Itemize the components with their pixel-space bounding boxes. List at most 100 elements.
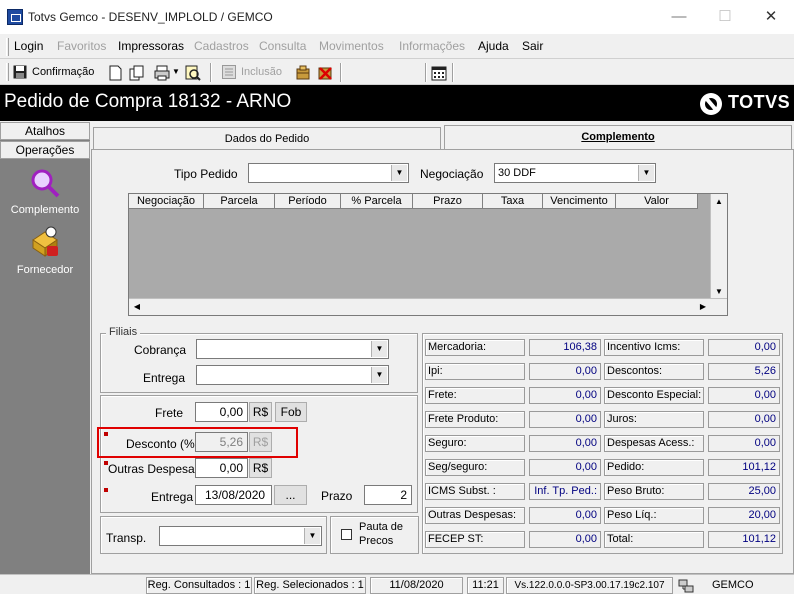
totvs-logo-text: TOTVS	[728, 92, 791, 112]
chevron-down-icon[interactable]: ▼	[304, 528, 320, 544]
save-icon	[13, 65, 27, 79]
total-value-peso-bruto: 25,00	[708, 483, 780, 500]
menu-impressoras[interactable]: Impressoras	[118, 39, 184, 53]
tab-operacoes[interactable]: Operações	[0, 141, 90, 159]
shortcut-fornecedor[interactable]: Fornecedor	[0, 226, 90, 278]
cobranca-select[interactable]: ▼	[196, 339, 389, 359]
grid-header-negociacao[interactable]: Negociação	[129, 194, 204, 209]
grid-horizontal-scrollbar[interactable]: ◀ ▶	[129, 298, 727, 315]
total-label-despesas-acess: Despesas Acess.:	[604, 435, 704, 452]
new-document-icon[interactable]	[108, 65, 124, 81]
required-marker	[104, 488, 108, 492]
entrega-date-input[interactable]: 13/08/2020	[195, 485, 272, 505]
title-bar: Totvs Gemco - DESENV_IMPLOLD / GEMCO — ☐…	[0, 0, 794, 34]
grid-header-parcela[interactable]: Parcela	[204, 194, 275, 209]
shortcut-complemento-label: Complemento	[10, 204, 80, 216]
scroll-left-icon[interactable]: ◀	[129, 299, 145, 315]
grid-vertical-scrollbar[interactable]: ▲ ▼	[710, 194, 727, 300]
chevron-down-icon[interactable]: ▼	[371, 367, 387, 383]
grid-header-periodo[interactable]: Período	[275, 194, 341, 209]
entrega-date-label: Entrega	[151, 490, 194, 504]
chevron-down-icon[interactable]: ▼	[638, 165, 654, 181]
outras-currency-button[interactable]: R$	[249, 458, 272, 478]
total-label-descontos: Descontos:	[604, 363, 704, 380]
prazo-input[interactable]: 2	[364, 485, 412, 505]
scroll-right-icon[interactable]: ▶	[695, 299, 711, 315]
negociacao-grid[interactable]: Negociação Parcela Período % Parcela Pra…	[128, 193, 728, 316]
confirm-button[interactable]: Confirmação	[12, 63, 100, 82]
status-time: 11:21	[467, 577, 504, 594]
total-value-frete: 0,00	[529, 387, 601, 404]
menu-favoritos[interactable]: Favoritos	[57, 39, 106, 53]
insert-label: Inclusão	[241, 66, 282, 78]
frete-label: Frete	[155, 406, 184, 420]
total-label-fecep-st: FECEP ST:	[425, 531, 525, 548]
total-value-seguro: 0,00	[529, 435, 601, 452]
search-document-icon[interactable]	[185, 65, 201, 81]
total-label-juros: Juros:	[604, 411, 704, 428]
chevron-down-icon[interactable]: ▼	[391, 165, 407, 181]
calendar-icon[interactable]	[431, 65, 447, 81]
grid-header-valor[interactable]: Valor	[616, 194, 698, 209]
cancel-package-icon[interactable]	[317, 65, 333, 81]
app-icon	[7, 9, 23, 25]
entrega-filial-select[interactable]: ▼	[196, 365, 389, 385]
entrega-filial-label: Entrega	[143, 371, 186, 385]
menu-login[interactable]: Login	[14, 39, 43, 53]
status-reg-consultados: Reg. Consultados : 1	[146, 577, 252, 594]
maximize-button[interactable]: ☐	[702, 0, 748, 34]
negociacao-label: Negociação	[420, 167, 484, 181]
total-label-desconto-especial: Desconto Especial:	[604, 387, 704, 404]
toolbar: Confirmação ▼ Inclusão	[0, 60, 794, 85]
menu-ajuda[interactable]: Ajuda	[478, 39, 509, 53]
menu-cadastros[interactable]: Cadastros	[194, 39, 249, 53]
print-icon[interactable]	[154, 65, 170, 81]
total-label-peso-liq: Peso Líq.:	[604, 507, 704, 524]
minimize-button[interactable]: —	[656, 0, 702, 34]
total-value-outras-despesas: 0,00	[529, 507, 601, 524]
menu-movimentos[interactable]: Movimentos	[319, 39, 384, 53]
total-value-peso-liq: 20,00	[708, 507, 780, 524]
frete-input[interactable]: 0,00	[195, 402, 248, 422]
network-icon	[678, 579, 694, 593]
total-label-seguro: Seguro:	[425, 435, 525, 452]
transp-select[interactable]: ▼	[159, 526, 322, 546]
tab-complemento[interactable]: Complemento	[444, 125, 792, 149]
scroll-up-icon[interactable]: ▲	[711, 194, 727, 210]
totvs-logo-icon	[700, 93, 722, 115]
tipo-pedido-select[interactable]: ▼	[248, 163, 409, 183]
grid-header-prazo[interactable]: Prazo	[413, 194, 483, 209]
chevron-down-icon[interactable]: ▼	[371, 341, 387, 357]
menu-sair[interactable]: Sair	[522, 39, 543, 53]
frete-currency-button[interactable]: R$	[249, 402, 272, 422]
shortcut-fornecedor-label: Fornecedor	[16, 264, 74, 276]
cobranca-label: Cobrança	[134, 343, 187, 357]
package-icon[interactable]	[295, 65, 311, 81]
left-panel: Atalhos Operações Complemento Fornecedor	[0, 122, 90, 574]
negociacao-select[interactable]: 30 DDF ▼	[494, 163, 656, 183]
menu-consulta[interactable]: Consulta	[259, 39, 306, 53]
window-title: Totvs Gemco - DESENV_IMPLOLD / GEMCO	[28, 10, 273, 24]
total-label-seg-seguro: Seg/seguro:	[425, 459, 525, 476]
tab-atalhos[interactable]: Atalhos	[0, 122, 90, 140]
status-bar: Reg. Consultados : 1 Reg. Selecionados :…	[0, 574, 794, 594]
grid-header-taxa[interactable]: Taxa	[483, 194, 543, 209]
total-label-mercadoria: Mercadoria:	[425, 339, 525, 356]
grid-header-vencimento[interactable]: Vencimento	[543, 194, 616, 209]
pauta-checkbox[interactable]	[341, 529, 352, 540]
outras-despesas-input[interactable]: 0,00	[195, 458, 248, 478]
insert-button[interactable]: Inclusão	[220, 63, 286, 82]
transp-label: Transp.	[106, 531, 147, 545]
menu-informacoes[interactable]: Informações	[399, 39, 465, 53]
entrega-date-picker-button[interactable]: ...	[274, 485, 307, 505]
tab-dados-do-pedido[interactable]: Dados do Pedido	[93, 127, 441, 149]
toolbar-separator	[340, 63, 342, 82]
copy-document-icon[interactable]	[129, 65, 145, 81]
status-reg-selecionados: Reg. Selecionados : 1	[254, 577, 366, 594]
fob-button[interactable]: Fob	[275, 402, 307, 422]
prazo-label: Prazo	[321, 489, 353, 503]
grid-header-parcela-pct[interactable]: % Parcela	[341, 194, 413, 209]
close-button[interactable]: ✕	[748, 0, 794, 34]
shortcut-complemento[interactable]: Complemento	[0, 166, 90, 218]
print-dropdown-icon[interactable]: ▼	[172, 67, 180, 76]
